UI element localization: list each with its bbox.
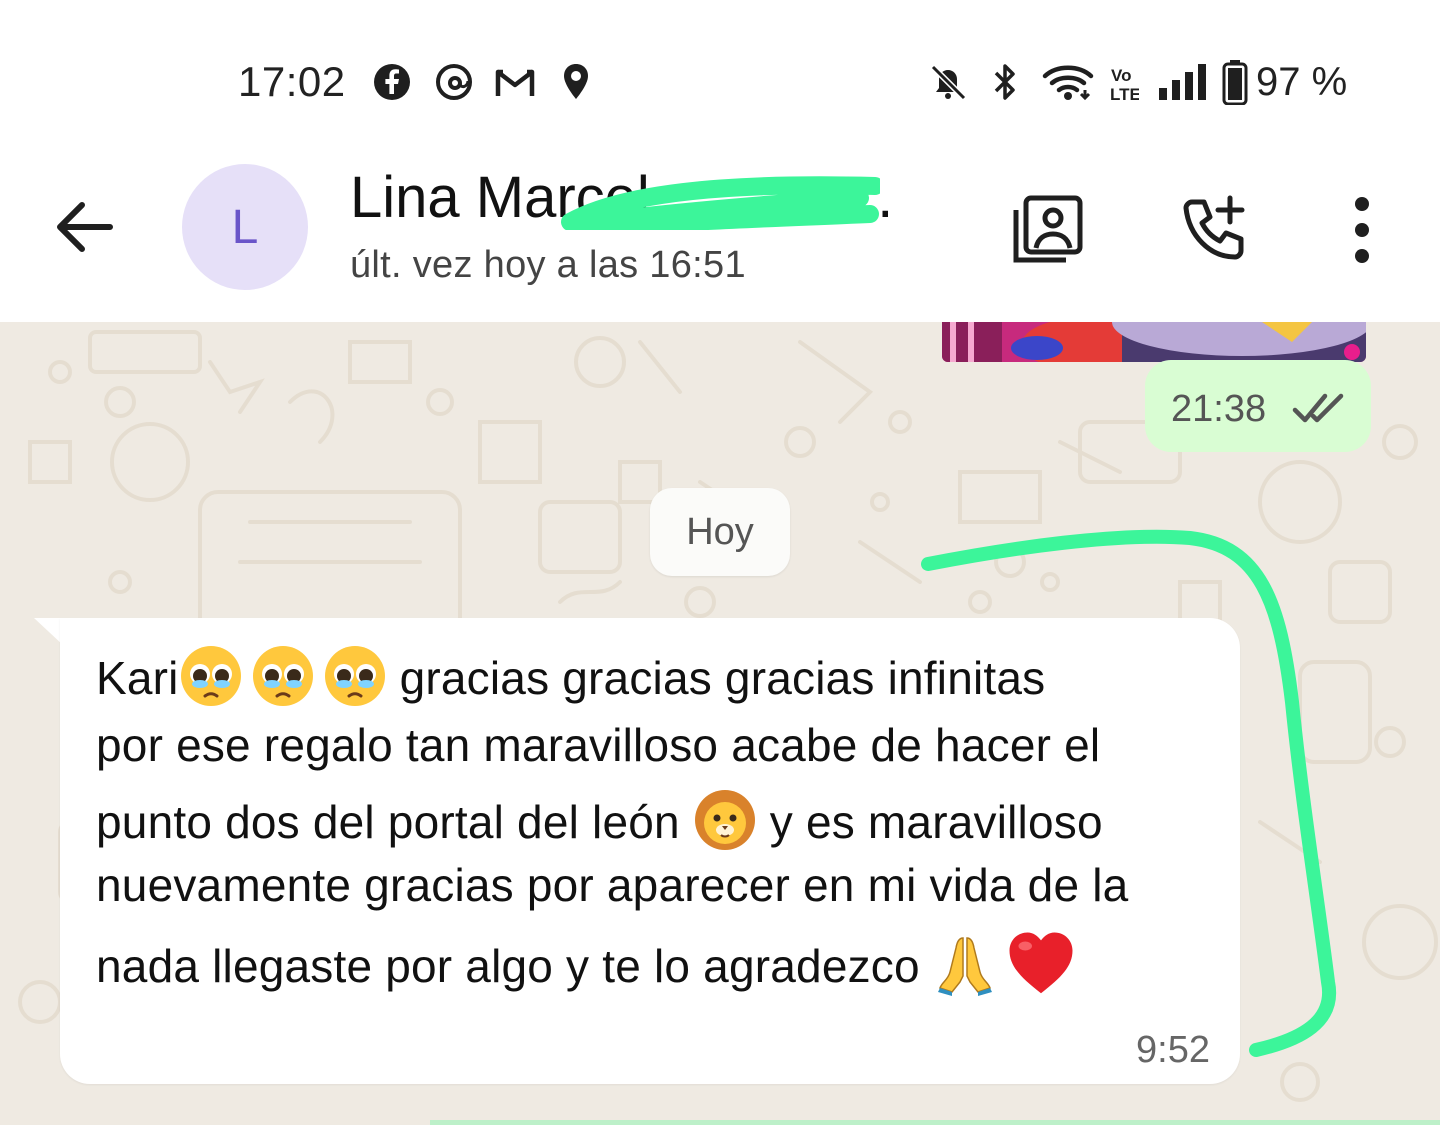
message-line: nuevamente gracias por aparecer en mi vi… [96,859,1129,911]
pleading-face-emoji [324,646,385,706]
message-line: punto dos del portal del león y es marav… [96,788,1103,852]
status-bar: 17:02 Vo LTE 97 % [0,0,1440,150]
chat-area[interactable]: 21:38 Hoy Kari gracias gracias gracias i… [0,322,1440,1125]
lion-face-emoji [694,790,755,850]
add-call-icon [1183,195,1245,260]
svg-text:Vo: Vo [1111,66,1131,85]
message-text: punto dos del portal del león [96,796,693,848]
video-call-icon [1013,195,1083,263]
shared-image-preview[interactable] [942,322,1366,362]
threads-icon [434,58,474,106]
location-icon [560,58,592,106]
bluetooth-icon [988,58,1022,106]
outgoing-message-bubble[interactable]: 21:38 [1145,360,1371,452]
back-arrow-icon [57,202,113,252]
more-options-icon [1355,197,1369,263]
folded-hands-emoji [937,937,992,996]
message-text: Kari [96,652,179,704]
wifi-icon [1040,58,1096,106]
date-separator: Hoy [650,488,790,576]
battery-percent: 97 % [1256,60,1348,104]
more-options-button[interactable] [1322,190,1402,270]
message-line: nada llegaste por algo y te lo agradezco [96,928,1077,1000]
outgoing-message-time: 21:38 [1171,388,1267,430]
pleading-face-emoji [252,646,313,706]
svg-text:LTE: LTE [1110,85,1139,104]
composer-edge [430,1120,1440,1125]
message-line: por ese regalo tan maravilloso acabe de … [96,719,1101,771]
avatar[interactable]: L [182,164,308,290]
message-text: y es maravilloso [756,796,1103,848]
read-receipt-icon [1292,393,1344,423]
battery-icon [1220,58,1250,106]
last-seen-status: últ. vez hoy a las 16:51 [350,244,746,286]
red-heart-emoji [1009,932,1073,994]
redaction-scribble [561,176,880,230]
status-time: 17:02 [238,58,346,105]
facebook-icon [372,58,412,106]
message-line: Kari gracias gracias gracias infinitas [96,644,1045,708]
chat-header: L Lina Marcel… últ. vez hoy a las 16:51 [0,150,1440,322]
message-text: nada llegaste por algo y te lo agradezco [96,940,933,992]
video-call-button[interactable] [1008,190,1088,270]
volte-icon: Vo LTE [1108,58,1141,112]
pleading-face-emoji [180,646,241,706]
gmail-icon [494,58,536,106]
mute-icon [926,58,970,106]
add-call-button[interactable] [1176,190,1256,270]
incoming-message-bubble[interactable]: Kari gracias gracias gracias infinitas p… [60,618,1240,1084]
back-button[interactable] [50,190,120,260]
incoming-message-time: 9:52 [1136,1029,1210,1071]
signal-icon [1156,58,1210,106]
message-text: gracias gracias gracias infinitas [386,652,1046,704]
